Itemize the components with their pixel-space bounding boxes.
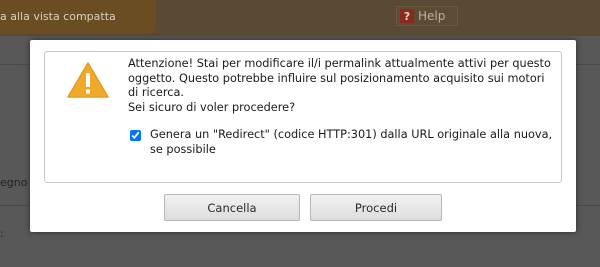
background-help-button: ? Help: [396, 6, 458, 26]
redirect-checkbox[interactable]: [130, 130, 141, 141]
warning-triangle-icon: [67, 62, 109, 98]
redirect-checkbox-label: Genera un "Redirect" (codice HTTP:301) d…: [150, 128, 553, 156]
message-line: oggetto. Questo potrebbe influire sul po…: [128, 71, 545, 85]
help-icon: ?: [400, 9, 414, 23]
proceed-button[interactable]: Procedi: [310, 194, 442, 221]
background-help-label: Help: [418, 9, 446, 23]
background-side-text: :: [0, 227, 4, 240]
cancel-button[interactable]: Cancella: [164, 194, 300, 221]
warning-message: Attenzione! Stai per modificare il/i per…: [128, 57, 558, 115]
message-line: Attenzione! Stai per modificare il/i per…: [128, 57, 551, 70]
background-side-text: egno: [0, 176, 28, 189]
background-notice: a alla vista compatta: [0, 0, 156, 34]
confirm-dialog: Attenzione! Stai per modificare il/i per…: [30, 40, 576, 232]
redirect-option: Genera un "Redirect" (codice HTTP:301) d…: [130, 128, 560, 157]
background-notice-text: a alla vista compatta: [0, 10, 116, 23]
message-line: di ricerca.: [128, 86, 184, 99]
message-panel: Attenzione! Stai per modificare il/i per…: [44, 51, 562, 183]
message-line: Sei sicuro di voler procedere?: [128, 100, 296, 114]
